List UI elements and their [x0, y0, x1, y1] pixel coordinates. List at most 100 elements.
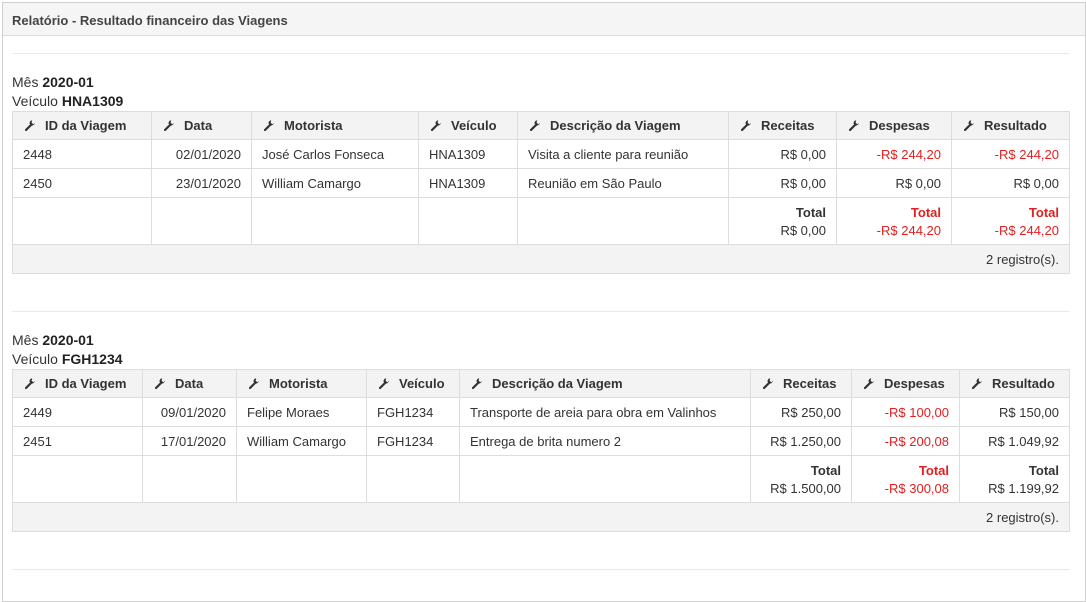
- cell-id: 2450: [12, 168, 152, 198]
- cell-vehicle: FGH1234: [366, 397, 460, 427]
- total-result-cell: Total R$ 1.199,92: [959, 455, 1070, 503]
- vehicle-line: Veículo FGH1234: [12, 350, 1069, 369]
- col-header-vehicle[interactable]: Veículo: [418, 111, 518, 140]
- total-label: Total: [1028, 205, 1059, 220]
- wrench-icon: [154, 377, 167, 390]
- cell-vehicle: FGH1234: [366, 426, 460, 456]
- col-header-expenses[interactable]: Despesas: [851, 369, 960, 398]
- panel-title: Relatório - Resultado financeiro das Via…: [12, 13, 288, 28]
- col-header-description[interactable]: Descrição da Viagem: [459, 369, 751, 398]
- vehicle-line: Veículo HNA1309: [12, 92, 1069, 111]
- total-expenses-value: -R$ 300,08: [884, 481, 949, 496]
- month-label: Mês: [12, 332, 39, 348]
- wrench-icon: [24, 119, 37, 132]
- col-header-vehicle[interactable]: Veículo: [366, 369, 460, 398]
- wrench-icon: [971, 377, 984, 390]
- cell-expenses: -R$ 200,08: [851, 426, 960, 456]
- table-row: 2449 09/01/2020 Felipe Moraes FGH1234 Tr…: [12, 397, 1070, 427]
- table-row: 2451 17/01/2020 William Camargo FGH1234 …: [12, 426, 1070, 456]
- cell-description: Reunião em São Paulo: [517, 168, 729, 198]
- trips-table: ID da Viagem Data Motorista Veículo Desc…: [12, 111, 1070, 274]
- wrench-icon: [762, 377, 775, 390]
- total-expenses-value: -R$ 244,20: [876, 223, 941, 238]
- cell-driver: William Camargo: [236, 426, 367, 456]
- empty-cell: [151, 197, 252, 245]
- col-header-date[interactable]: Data: [142, 369, 237, 398]
- month-label: Mês: [12, 74, 39, 90]
- vehicle-label: Veículo: [12, 93, 58, 109]
- report-group-2: Mês 2020-01 Veículo FGH1234 ID da Viagem…: [12, 331, 1070, 532]
- cell-description: Visita a cliente para reunião: [517, 139, 729, 169]
- col-header-result[interactable]: Resultado: [959, 369, 1070, 398]
- divider: [12, 569, 1069, 570]
- empty-cell: [418, 197, 518, 245]
- vehicle-value: HNA1309: [61, 93, 124, 109]
- cell-date: 17/01/2020: [142, 426, 237, 456]
- wrench-icon: [24, 377, 37, 390]
- wrench-icon: [963, 119, 976, 132]
- wrench-icon: [263, 119, 276, 132]
- col-header-revenue[interactable]: Receitas: [750, 369, 852, 398]
- cell-result: R$ 150,00: [959, 397, 1070, 427]
- total-result-value: -R$ 244,20: [994, 223, 1059, 238]
- col-header-date[interactable]: Data: [151, 111, 252, 140]
- col-header-revenue[interactable]: Receitas: [728, 111, 837, 140]
- total-result-cell: Total -R$ 244,20: [951, 197, 1070, 245]
- totals-row: Total R$ 1.500,00 Total -R$ 300,08 Total R$…: [12, 455, 1070, 503]
- total-label: Total: [810, 463, 841, 478]
- total-revenue-value: R$ 0,00: [780, 223, 826, 238]
- empty-cell: [459, 455, 751, 503]
- record-count: 2 registro(s).: [12, 502, 1070, 532]
- total-expenses-cell: Total -R$ 244,20: [836, 197, 952, 245]
- col-header-driver[interactable]: Motorista: [236, 369, 367, 398]
- record-count-row: 2 registro(s).: [12, 244, 1070, 274]
- panel-header: Relatório - Resultado financeiro das Via…: [3, 3, 1085, 36]
- cell-id: 2451: [12, 426, 143, 456]
- total-label: Total: [795, 205, 826, 220]
- report-group-1: Mês 2020-01 Veículo HNA1309 ID da Viagem…: [12, 73, 1070, 274]
- month-line: Mês 2020-01: [12, 331, 1069, 350]
- table-row: 2450 23/01/2020 William Camargo HNA1309 …: [12, 168, 1070, 198]
- col-header-description[interactable]: Descrição da Viagem: [517, 111, 729, 140]
- total-result-value: R$ 1.199,92: [988, 481, 1059, 496]
- col-header-result[interactable]: Resultado: [951, 111, 1070, 140]
- cell-revenue: R$ 250,00: [750, 397, 852, 427]
- empty-cell: [366, 455, 460, 503]
- wrench-icon: [163, 119, 176, 132]
- col-header-expenses[interactable]: Despesas: [836, 111, 952, 140]
- total-label: Total: [910, 205, 941, 220]
- cell-date: 23/01/2020: [151, 168, 252, 198]
- total-revenue-cell: Total R$ 0,00: [728, 197, 837, 245]
- total-revenue-value: R$ 1.500,00: [770, 481, 841, 496]
- wrench-icon: [529, 119, 542, 132]
- vehicle-label: Veículo: [12, 351, 58, 367]
- month-line: Mês 2020-01: [12, 73, 1069, 92]
- col-header-id[interactable]: ID da Viagem: [12, 111, 152, 140]
- cell-driver: José Carlos Fonseca: [251, 139, 419, 169]
- cell-result: -R$ 244,20: [951, 139, 1070, 169]
- totals-row: Total R$ 0,00 Total -R$ 244,20 Total -R$ 24…: [12, 197, 1070, 245]
- cell-result: R$ 0,00: [951, 168, 1070, 198]
- cell-description: Transporte de areia para obra em Valinho…: [459, 397, 751, 427]
- table-header-row: ID da Viagem Data Motorista Veículo Desc…: [12, 369, 1070, 398]
- table-header-row: ID da Viagem Data Motorista Veículo Desc…: [12, 111, 1070, 140]
- cell-date: 02/01/2020: [151, 139, 252, 169]
- record-count: 2 registro(s).: [12, 244, 1070, 274]
- cell-expenses: -R$ 244,20: [836, 139, 952, 169]
- cell-id: 2448: [12, 139, 152, 169]
- cell-id: 2449: [12, 397, 143, 427]
- vehicle-value: FGH1234: [61, 351, 123, 367]
- table-row: 2448 02/01/2020 José Carlos Fonseca HNA1…: [12, 139, 1070, 169]
- cell-expenses: R$ 0,00: [836, 168, 952, 198]
- wrench-icon: [248, 377, 261, 390]
- cell-result: R$ 1.049,92: [959, 426, 1070, 456]
- empty-cell: [251, 197, 419, 245]
- col-header-id[interactable]: ID da Viagem: [12, 369, 143, 398]
- total-expenses-cell: Total -R$ 300,08: [851, 455, 960, 503]
- wrench-icon: [863, 377, 876, 390]
- empty-cell: [12, 197, 152, 245]
- wrench-icon: [430, 119, 443, 132]
- divider: [12, 311, 1069, 312]
- col-header-driver[interactable]: Motorista: [251, 111, 419, 140]
- trips-table: ID da Viagem Data Motorista Veículo Desc…: [12, 369, 1070, 532]
